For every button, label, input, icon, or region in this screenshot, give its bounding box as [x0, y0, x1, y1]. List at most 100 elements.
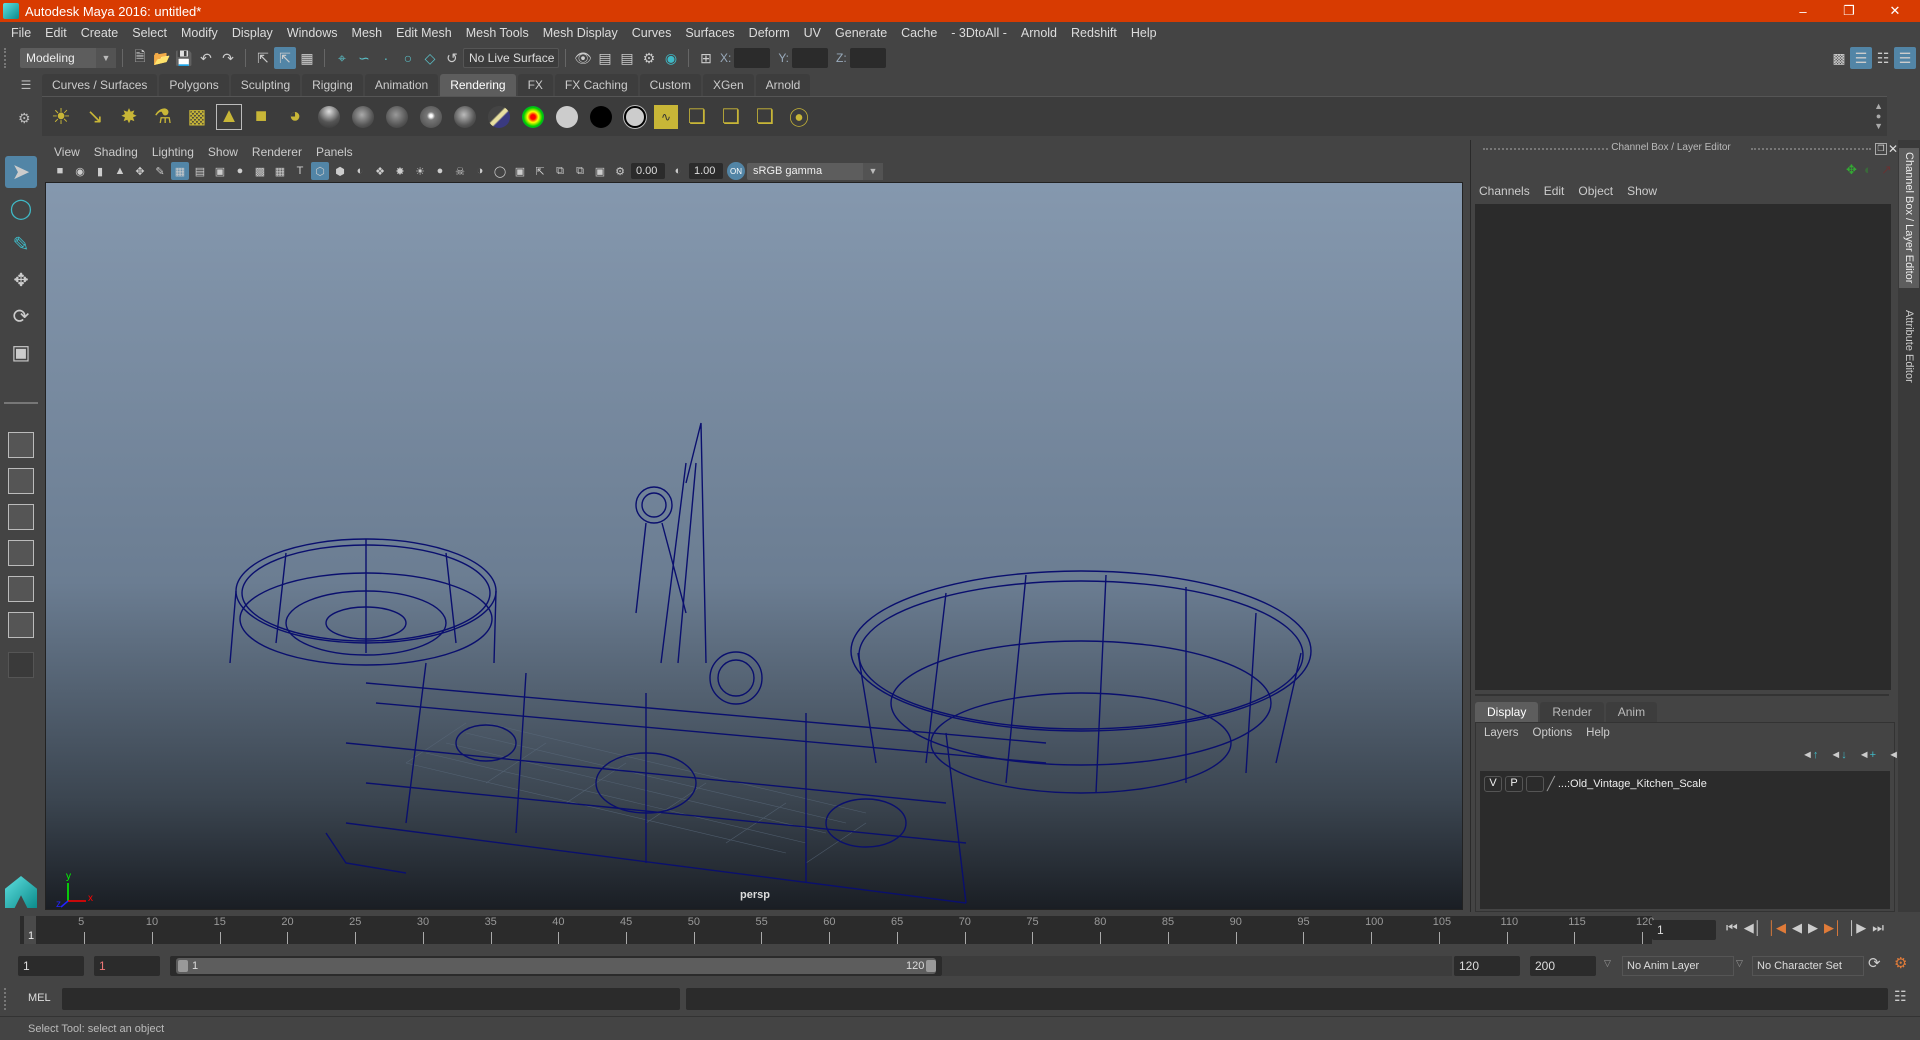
script-editor-icon[interactable]: ☷ [1894, 988, 1907, 1005]
layer-row[interactable]: V P ╱ ...:Old_Vintage_Kitchen_Scale [1484, 775, 1707, 793]
use-all-lights-icon[interactable]: ✸ [391, 162, 409, 180]
menu-surfaces[interactable]: Surfaces [678, 26, 741, 40]
shelf-tab-arnold[interactable]: Arnold [755, 74, 811, 96]
view-transform-dropdown[interactable]: sRGB gamma ▼ [747, 162, 883, 180]
anim-layer-dropdown[interactable]: No Anim Layer [1622, 956, 1734, 976]
move-tool-icon[interactable]: ✥ [5, 264, 37, 296]
phongE-sphere-icon[interactable] [416, 102, 446, 132]
anisotropic-sphere-icon[interactable] [450, 102, 480, 132]
move-layer-up-icon[interactable]: ◄↑ [1802, 749, 1818, 761]
smooth-shade-icon[interactable]: ⬢ [331, 162, 349, 180]
screen-space-ao-icon[interactable]: ⧉ [551, 162, 569, 180]
viewport-menu-show[interactable]: Show [208, 145, 238, 159]
shelf-tab-fx[interactable]: FX [517, 74, 553, 96]
play-backwards-icon[interactable]: ◀ [1792, 920, 1802, 936]
ipr-shelf-icon[interactable]: ⦿ [784, 102, 814, 132]
layer-tab-display[interactable]: Display [1475, 702, 1539, 722]
viewport-menu-view[interactable]: View [54, 145, 80, 159]
safe-title-icon[interactable]: T [291, 162, 309, 180]
viewport-persp[interactable]: y x z persp [45, 182, 1463, 910]
phong-sphere-icon[interactable] [382, 102, 412, 132]
sync-icon[interactable]: ◐ [1864, 162, 1872, 177]
shelf-tab-animation[interactable]: Animation [364, 74, 439, 96]
z-field[interactable] [849, 48, 886, 68]
select-by-object-icon[interactable]: ⇱ [274, 47, 296, 69]
y-field[interactable] [792, 48, 829, 68]
layout-outliner-persp-icon[interactable] [8, 504, 34, 530]
snap-point-icon[interactable]: ∙ [375, 47, 397, 69]
shelf-tab-fx-caching[interactable]: FX Caching [554, 74, 638, 96]
menu-mesh[interactable]: Mesh [345, 26, 390, 40]
xray-icon[interactable]: ☠ [451, 162, 469, 180]
hypershade-shelf-icon[interactable]: ∿ [654, 104, 678, 129]
menu-set-dropdown[interactable]: Modeling ▼ [20, 48, 116, 68]
menu-create[interactable]: Create [74, 26, 126, 40]
time-slider[interactable]: 1 5 10 15 20 25 30 35 40 45 50 55 60 65 70 75 80 85 90 95 1… [0, 912, 1920, 948]
channel-menu-object[interactable]: Object [1578, 184, 1613, 198]
bookmark-icon[interactable]: ▮ [91, 162, 109, 180]
layout-four-view-icon[interactable] [8, 468, 34, 494]
layer-name[interactable]: ...:Old_Vintage_Kitchen_Scale [1558, 778, 1707, 790]
wireframe-on-shaded-icon[interactable]: ◐ [351, 162, 369, 180]
layout-hypershade-persp-icon[interactable] [8, 576, 34, 602]
shelf-tab-curves-surfaces[interactable]: Curves / Surfaces [42, 74, 158, 96]
rotate-tool-icon[interactable]: ⟳ [5, 300, 37, 332]
volume-light-icon[interactable]: ▲ [216, 103, 242, 130]
menu-3dtoall[interactable]: - 3DtoAll - [944, 26, 1014, 40]
ipr-render-icon[interactable]: ▤ [616, 47, 638, 69]
character-set-dropdown[interactable]: No Character Set [1752, 956, 1864, 976]
render-view-shelf-icon[interactable]: ❏ [682, 102, 712, 132]
new-empty-layer-icon[interactable]: ◄+ [1859, 749, 1876, 761]
open-scene-icon[interactable]: 📂 [151, 47, 173, 69]
shelf-tab-sculpting[interactable]: Sculpting [230, 74, 301, 96]
anim-layer-chevron-icon[interactable]: ▽ [1604, 958, 1611, 969]
step-back-key-icon[interactable]: ◀│ [1744, 920, 1762, 936]
viewport-menu-shading[interactable]: Shading [94, 145, 138, 159]
menu-redshift[interactable]: Redshift [1064, 26, 1124, 40]
save-scene-icon[interactable]: 💾 [173, 47, 195, 69]
go-to-start-icon[interactable]: ⏮ [1726, 920, 1738, 936]
step-back-frame-icon[interactable]: │◀ [1768, 920, 1786, 936]
float-panel-icon[interactable]: ❐ [1875, 143, 1887, 155]
camera-aim-icon[interactable]: ■ [246, 102, 276, 132]
layer-menu-options[interactable]: Options [1533, 727, 1573, 739]
channel-menu-edit[interactable]: Edit [1544, 184, 1565, 198]
speed-icon[interactable]: ↗ [1881, 162, 1892, 178]
x-field[interactable] [734, 48, 771, 68]
range-slider-bar-fill[interactable] [176, 958, 936, 974]
grease-pencil-icon[interactable]: ✎ [151, 162, 169, 180]
input-mode-icon[interactable]: ⊞ [695, 47, 717, 69]
shelf-tab-custom[interactable]: Custom [639, 74, 701, 96]
exposure-icon[interactable]: ⚙ [611, 162, 629, 180]
film-gate-icon[interactable]: ▤ [191, 162, 209, 180]
manipulator-axis-icon[interactable]: ✥ [1846, 162, 1857, 178]
redo-icon[interactable]: ↷ [217, 47, 239, 69]
menu-edit-mesh[interactable]: Edit Mesh [389, 26, 459, 40]
auto-key-icon[interactable]: ⟳ [1868, 954, 1881, 972]
minimize-button[interactable]: – [1780, 0, 1826, 22]
playback-start-field[interactable]: 1 [94, 956, 160, 976]
play-forwards-icon[interactable]: ▶ [1808, 920, 1818, 936]
lasso-tool-icon[interactable]: ◯ [5, 192, 37, 224]
menu-curves[interactable]: Curves [625, 26, 679, 40]
shelf-tab-xgen[interactable]: XGen [702, 74, 754, 96]
layer-display-type-toggle[interactable] [1526, 776, 1544, 792]
layered-shader-icon[interactable] [518, 102, 548, 132]
spot-light-icon[interactable]: ⚗ [148, 102, 178, 132]
select-by-hierarchy-icon[interactable]: ⇱ [252, 47, 274, 69]
layer-visibility-toggle[interactable]: V [1484, 776, 1502, 792]
tool-settings-icon[interactable]: ☷ [1872, 47, 1894, 69]
close-button[interactable]: ✕ [1872, 0, 1918, 22]
wireframe-icon[interactable]: ⬡ [311, 162, 329, 180]
character-set-chevron-icon[interactable]: ▽ [1736, 958, 1743, 969]
render-view-icon[interactable]: 👁 [572, 47, 594, 69]
ramp-shader-icon[interactable] [484, 102, 514, 132]
restore-button[interactable]: ❐ [1826, 0, 1872, 22]
render-layer-off-icon[interactable]: ❏ [716, 102, 746, 132]
textured-icon[interactable]: ❖ [371, 162, 389, 180]
modeling-toolkit-icon[interactable]: ▩ [1828, 47, 1850, 69]
image-plane-icon[interactable]: ▲ [111, 162, 129, 180]
command-language-label[interactable]: MEL [28, 992, 51, 1004]
render-layer-view-icon[interactable]: ❏ [750, 102, 780, 132]
blinn-sphere-icon[interactable] [314, 102, 344, 132]
